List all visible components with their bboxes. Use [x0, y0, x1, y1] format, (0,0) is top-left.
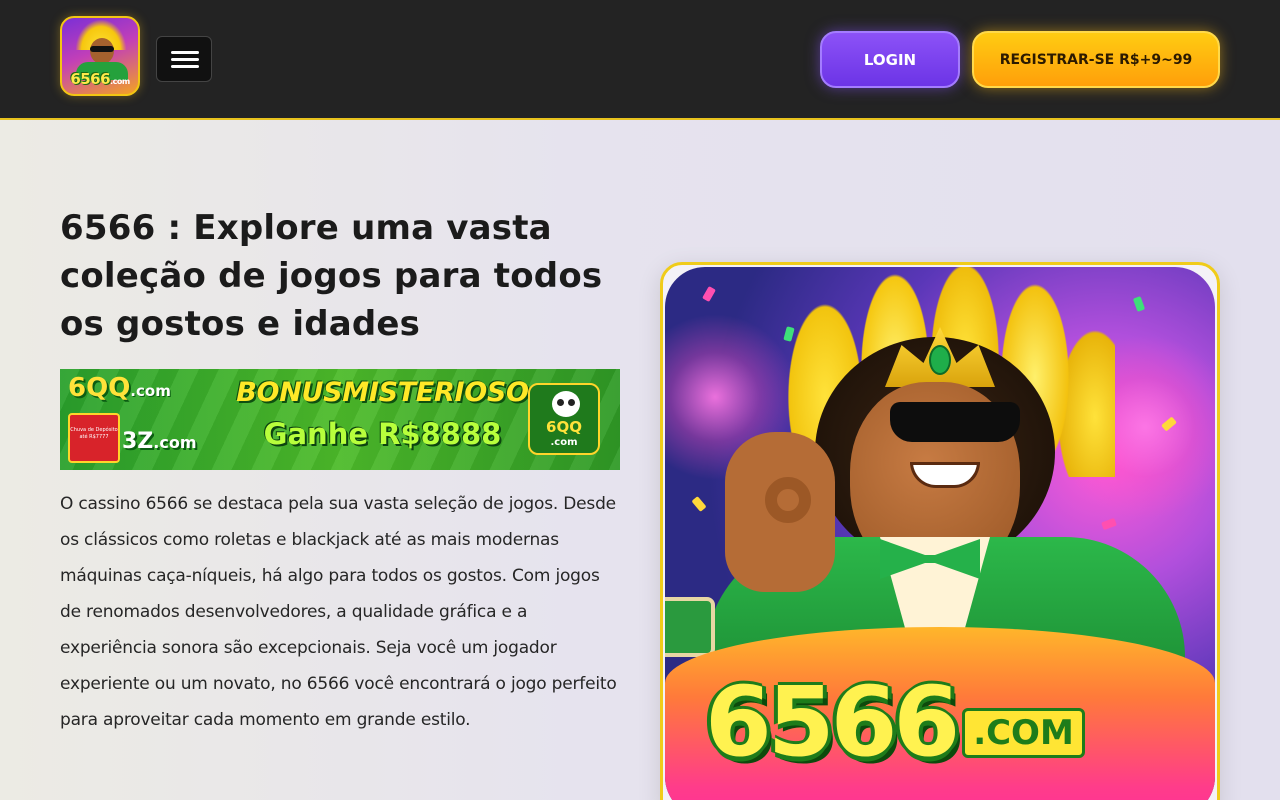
confetti-graphic [1101, 517, 1117, 531]
logo-sunglasses-graphic [90, 46, 114, 52]
banner-subline: Ganhe R$8888 [263, 417, 502, 451]
panda-icon [552, 391, 580, 417]
hamburger-menu-icon-bar [171, 65, 199, 68]
hero-image-frame: 6566 .COM [660, 262, 1220, 800]
hero-logo-number: 6566 [705, 666, 960, 778]
menu-button[interactable] [156, 36, 212, 82]
confetti-graphic [691, 496, 707, 512]
logo-wordmark: 6566.com [70, 70, 130, 88]
hamburger-menu-icon [171, 51, 199, 54]
site-logo[interactable]: 6566.com [60, 16, 140, 96]
hero-logo: 6566 .COM [705, 662, 1175, 772]
hero-carnival-illustration: 6566 .COM [665, 267, 1215, 800]
panda-badge: 6QQ .com [528, 383, 600, 455]
hamburger-menu-icon-bar [171, 58, 199, 61]
panda-badge-label: 6QQ .com [546, 418, 582, 448]
login-button[interactable]: LOGIN [820, 31, 960, 88]
casino-description: O cassino 6566 se destaca pela sua vasta… [60, 494, 617, 730]
page-title: 6566 : Explore uma vasta coleção de jogo… [60, 208, 603, 344]
confetti-graphic [1132, 296, 1146, 312]
gem-graphic [929, 345, 951, 375]
banner-brand-3z: 3Z.com [122, 429, 197, 454]
drum-graphic [665, 597, 715, 657]
register-button[interactable]: REGISTRAR-SE R$+9~99 [972, 31, 1220, 88]
top-navigation-bar: 6566.com LOGIN REGISTRAR-SE R$+9~99 [0, 0, 1280, 120]
promo-banner[interactable]: 6QQ.com Chuva de Depósito até R$7777 3Z.… [60, 369, 620, 470]
hero-logo-domain: .COM [962, 708, 1085, 758]
banner-headline: BONUSMISTERIOSO [236, 377, 529, 408]
confetti-graphic [702, 285, 716, 303]
gift-box-text: Chuva de Depósito até R$7777 [70, 427, 118, 440]
banner-brand-6qq: 6QQ.com [68, 373, 171, 403]
sunglasses-graphic [890, 402, 1020, 442]
ok-gesture-ring-graphic [765, 477, 811, 523]
gift-box-icon: Chuva de Depósito até R$7777 [68, 413, 120, 463]
